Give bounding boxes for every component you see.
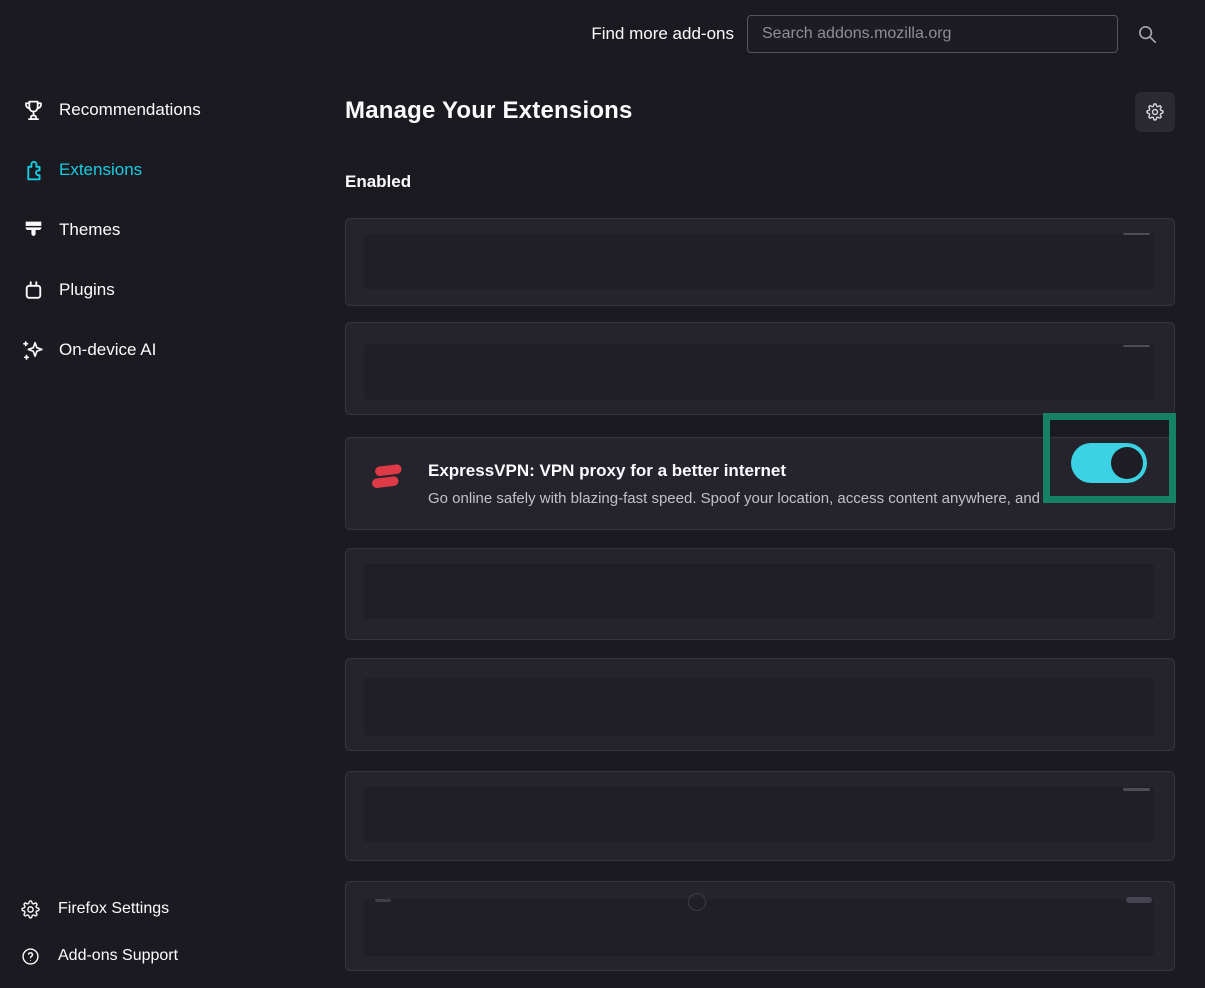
redacted-content [364,899,1154,956]
sidebar-item-plugins[interactable]: Plugins [0,268,345,312]
redacted-content [364,787,1154,842]
redacted-content [364,678,1154,736]
sidebar-item-label: Recommendations [59,100,201,120]
toggle-knob [1111,447,1143,479]
puzzle-piece-icon [20,157,46,183]
sidebar-footer: Firefox Settings Add-ons Support [0,892,345,986]
redacted-mark [1123,788,1150,791]
extension-enabled-toggle[interactable] [1071,443,1147,483]
firefox-settings-label: Firefox Settings [58,900,169,918]
addons-support-label: Add-ons Support [58,947,178,965]
redacted-content [364,344,1154,400]
extension-card-expressvpn[interactable]: ExpressVPN: VPN proxy for a better inter… [345,437,1175,530]
gear-icon [20,899,41,920]
trophy-icon [20,97,46,123]
extension-card[interactable] [345,218,1175,306]
sidebar-item-on-device-ai[interactable]: On-device AI [0,328,345,372]
extension-card[interactable] [345,771,1175,861]
redacted-content [364,234,1154,289]
extension-card[interactable] [345,548,1175,640]
extension-card[interactable] [345,658,1175,751]
sidebar-item-label: On-device AI [59,340,156,360]
redacted-mark [688,893,706,911]
enabled-section-heading: Enabled [345,172,411,192]
addons-support-link[interactable]: Add-ons Support [0,939,345,973]
extensions-main-panel: Manage Your Extensions Enabled [345,0,1175,988]
question-mark-icon [20,946,41,967]
sidebar-item-recommendations[interactable]: Recommendations [0,88,345,132]
extension-description: Go online safely with blazing-fast speed… [428,490,1059,507]
sidebar-item-themes[interactable]: Themes [0,208,345,252]
redacted-mark [1123,345,1150,347]
sidebar-item-extensions[interactable]: Extensions [0,148,345,192]
sidebar-item-label: Extensions [59,160,142,180]
category-sidebar: Recommendations Extensions Themes Plugin… [0,88,345,388]
addon-tools-button[interactable] [1135,92,1175,132]
page-title: Manage Your Extensions [345,97,633,125]
extension-name: ExpressVPN: VPN proxy for a better inter… [428,461,786,481]
plug-icon [20,277,46,303]
extension-card[interactable] [345,322,1175,415]
paint-brush-icon [20,217,46,243]
sidebar-item-label: Plugins [59,280,115,300]
extension-card[interactable] [345,881,1175,971]
firefox-settings-link[interactable]: Firefox Settings [0,892,345,926]
redacted-content [364,564,1154,619]
redacted-mark [1126,897,1152,903]
sidebar-item-label: Themes [59,220,120,240]
sparkle-icon [20,337,46,363]
gear-icon [1145,102,1165,122]
redacted-mark [375,899,391,902]
expressvpn-logo-icon [369,459,405,495]
redacted-mark [1123,233,1150,235]
